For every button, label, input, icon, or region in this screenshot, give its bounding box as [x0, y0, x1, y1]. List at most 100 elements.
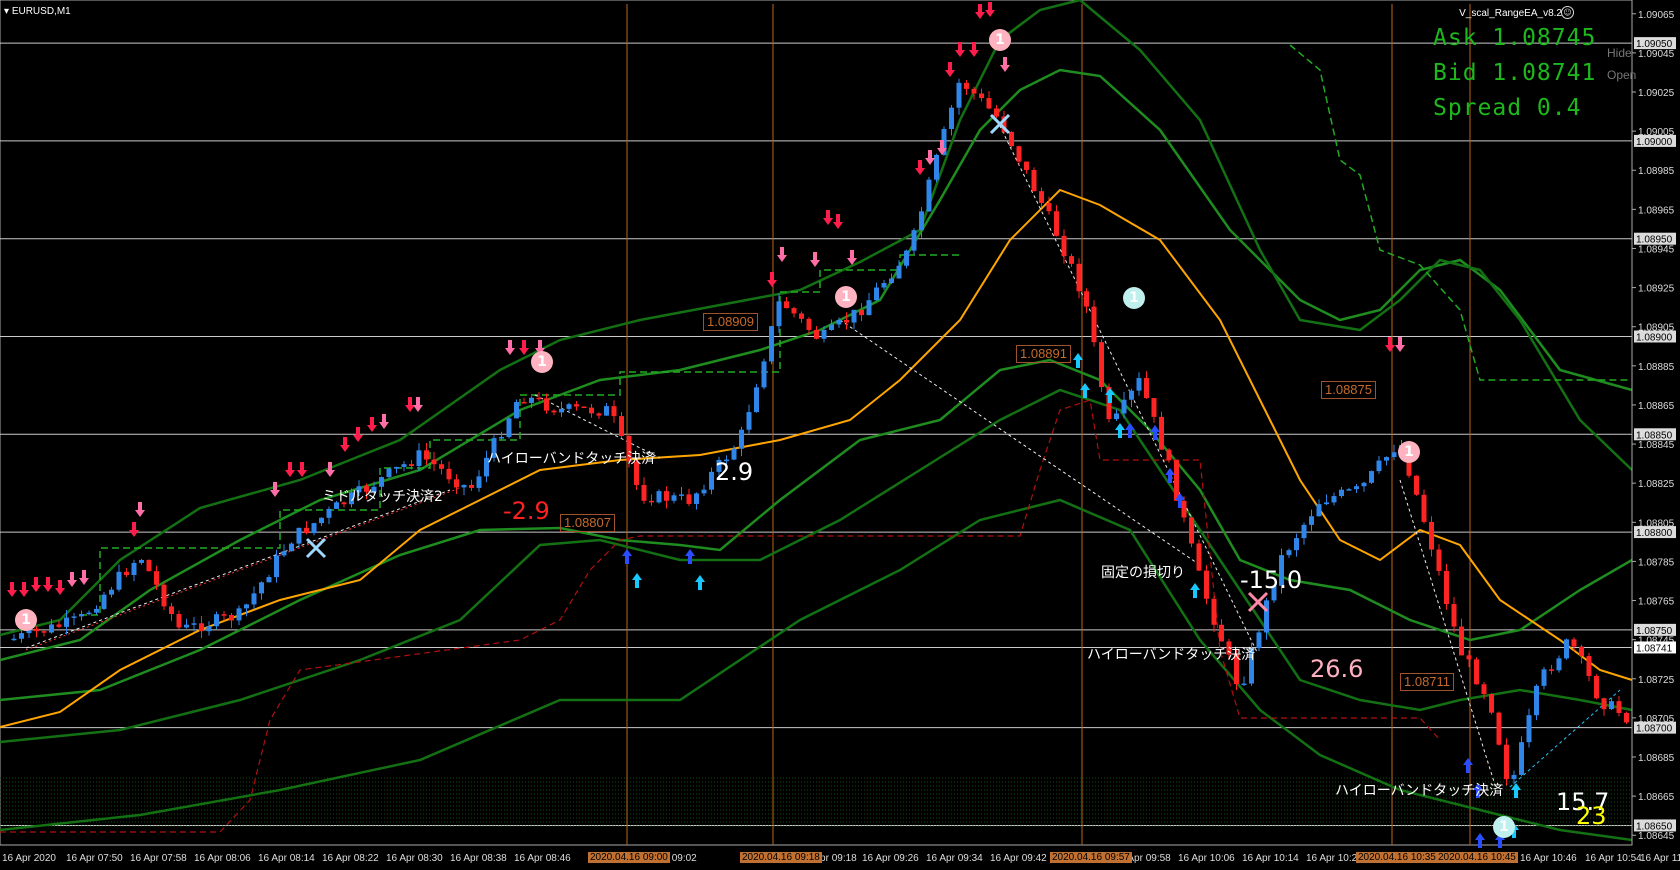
sell-arrow-icon: [135, 502, 145, 517]
ask-readout: Ask 1.08745: [1433, 25, 1597, 51]
sell-arrow-icon: [129, 522, 139, 537]
candle-body: [11, 638, 17, 641]
candle-body: [1069, 256, 1074, 264]
sell-arrow-icon: [413, 397, 423, 412]
candle-body: [574, 404, 579, 407]
candle-body: [859, 309, 864, 316]
candle-body: [161, 584, 167, 607]
candle-body: [1136, 378, 1142, 391]
sell-arrow-icon: [1395, 337, 1405, 352]
price-tick-label: 1.09045: [1638, 49, 1675, 60]
sell-arrow-icon: [297, 462, 307, 477]
candle-body: [889, 278, 894, 284]
time-tick-label: 16 Apr 10:06: [1178, 853, 1235, 864]
candle-body: [769, 326, 774, 362]
candle-body: [701, 489, 707, 494]
price-tick-label: 1.08665: [1638, 792, 1675, 803]
candle-body: [1174, 460, 1179, 501]
candle-body: [289, 543, 294, 552]
candle-body: [1624, 712, 1629, 723]
candle-body: [1496, 712, 1502, 745]
price-box-label: 1.09000: [1636, 137, 1673, 148]
price-chart[interactable]: 1.090651.090451.090251.090051.089851.089…: [0, 0, 1680, 870]
buy-arrow-icon: [632, 573, 642, 588]
ea-smiley-icon[interactable]: ☺: [1561, 6, 1574, 19]
close-x-icon: [305, 537, 327, 559]
candle-body: [671, 495, 677, 501]
settlement-note: ハイローバンドタッチ決済: [1087, 647, 1256, 663]
price-box-label: 1.08700: [1636, 724, 1673, 735]
candle-body: [866, 300, 872, 316]
candle-body: [1526, 715, 1532, 743]
candle-body: [1159, 416, 1164, 450]
candle-body: [611, 406, 617, 417]
level-label: 1.08875: [1321, 381, 1376, 399]
candle-body: [401, 464, 407, 467]
time-tick-label: 16 Apr 09:34: [926, 853, 983, 864]
session-time-marker: 2020.04.16 09:57: [1050, 852, 1132, 863]
sell-arrow-icon: [367, 417, 377, 432]
trade-count-badge: 1: [835, 286, 857, 308]
candle-body: [311, 523, 317, 534]
candle-body: [994, 108, 999, 117]
candle-body: [1196, 543, 1202, 571]
candle-body: [1219, 624, 1224, 642]
hide-link[interactable]: Hide: [1607, 46, 1632, 60]
price-tick-label: 1.08645: [1638, 831, 1675, 842]
sell-arrow-icon: [975, 4, 985, 19]
candle-body: [266, 577, 272, 583]
candle-body: [1339, 489, 1344, 497]
candle-body: [979, 93, 984, 99]
candle-body: [326, 508, 332, 518]
candle-body: [1016, 146, 1022, 162]
candle-body: [904, 250, 909, 266]
candle-body: [874, 287, 879, 301]
envelope-band-line: [0, 358, 1633, 702]
candle-body: [1534, 685, 1539, 716]
candle-body: [746, 412, 752, 430]
open-link[interactable]: Open: [1607, 68, 1636, 82]
candle-body: [296, 527, 302, 544]
sell-arrow-icon: [833, 214, 843, 229]
candle-body: [71, 616, 77, 618]
price-box-label: 1.08800: [1636, 528, 1673, 539]
symbol-label[interactable]: ▾ EURUSD,M1: [4, 6, 71, 17]
trade-count-badge: 1: [1493, 816, 1515, 838]
candle-body: [139, 559, 144, 563]
candle-body: [1376, 460, 1382, 472]
candle-body: [229, 615, 234, 621]
candle-body: [559, 408, 564, 413]
time-tick-label: 16 Apr 10:14: [1242, 853, 1299, 864]
sell-arrow-icon: [505, 340, 515, 355]
candle-body: [806, 318, 812, 330]
candle-body: [1076, 263, 1082, 292]
plot-frame: [0, 0, 1633, 846]
candle-body: [469, 484, 474, 488]
time-tick-label: 16 Apr 08:38: [450, 853, 507, 864]
candle-body: [1121, 399, 1127, 414]
price-tick-label: 1.08765: [1638, 597, 1675, 608]
buy-arrow-icon: [622, 549, 632, 564]
candle-body: [1541, 669, 1547, 686]
sell-arrow-icon: [767, 272, 777, 287]
level-label: 1.08891: [1016, 345, 1071, 363]
candle-body: [1301, 524, 1307, 539]
candle-body: [619, 416, 624, 436]
candle-body: [1331, 496, 1337, 503]
candle-body: [1061, 235, 1067, 257]
candle-body: [259, 582, 264, 594]
trade-count-badge: 1: [1123, 287, 1145, 309]
price-tick-label: 1.08825: [1638, 479, 1675, 490]
sell-arrow-icon: [285, 462, 295, 477]
price-box-label: 1.09050: [1636, 39, 1673, 50]
time-tick-label: 16 Apr 09:42: [990, 853, 1047, 864]
candle-body: [1211, 598, 1217, 625]
candle-body: [641, 484, 647, 501]
sell-arrow-icon: [19, 582, 29, 597]
trade-line: [25, 487, 461, 651]
candle-body: [1616, 701, 1622, 713]
candle-body: [1451, 604, 1457, 627]
sell-arrow-icon: [1385, 337, 1395, 352]
candle-body: [1369, 471, 1374, 483]
envelope-band-line: [0, 388, 1633, 744]
